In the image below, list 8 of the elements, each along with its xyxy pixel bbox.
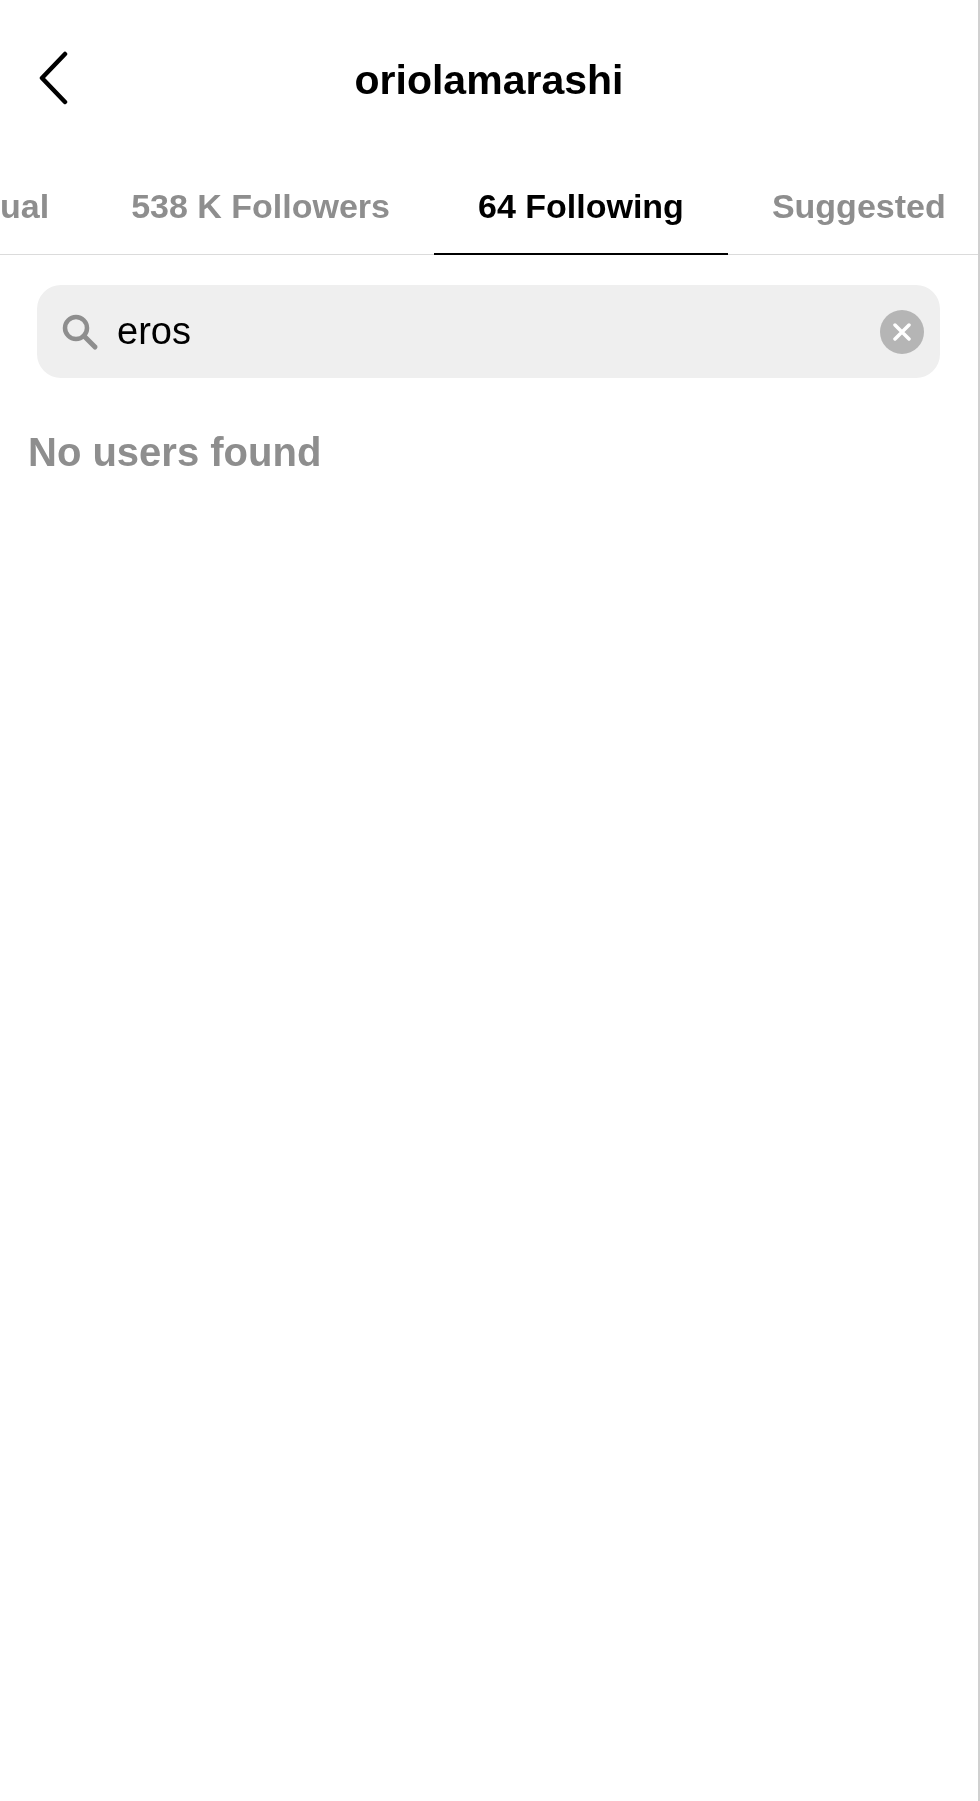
- empty-message: No users found: [28, 430, 323, 475]
- close-icon: [893, 322, 911, 341]
- search-input[interactable]: eros: [117, 310, 862, 353]
- back-icon: [37, 51, 69, 105]
- search-field[interactable]: eros: [37, 285, 940, 378]
- tab[interactable]: 64 Following: [434, 160, 728, 255]
- search-icon: [61, 312, 99, 351]
- profile-title: oriolamarashi: [354, 56, 624, 104]
